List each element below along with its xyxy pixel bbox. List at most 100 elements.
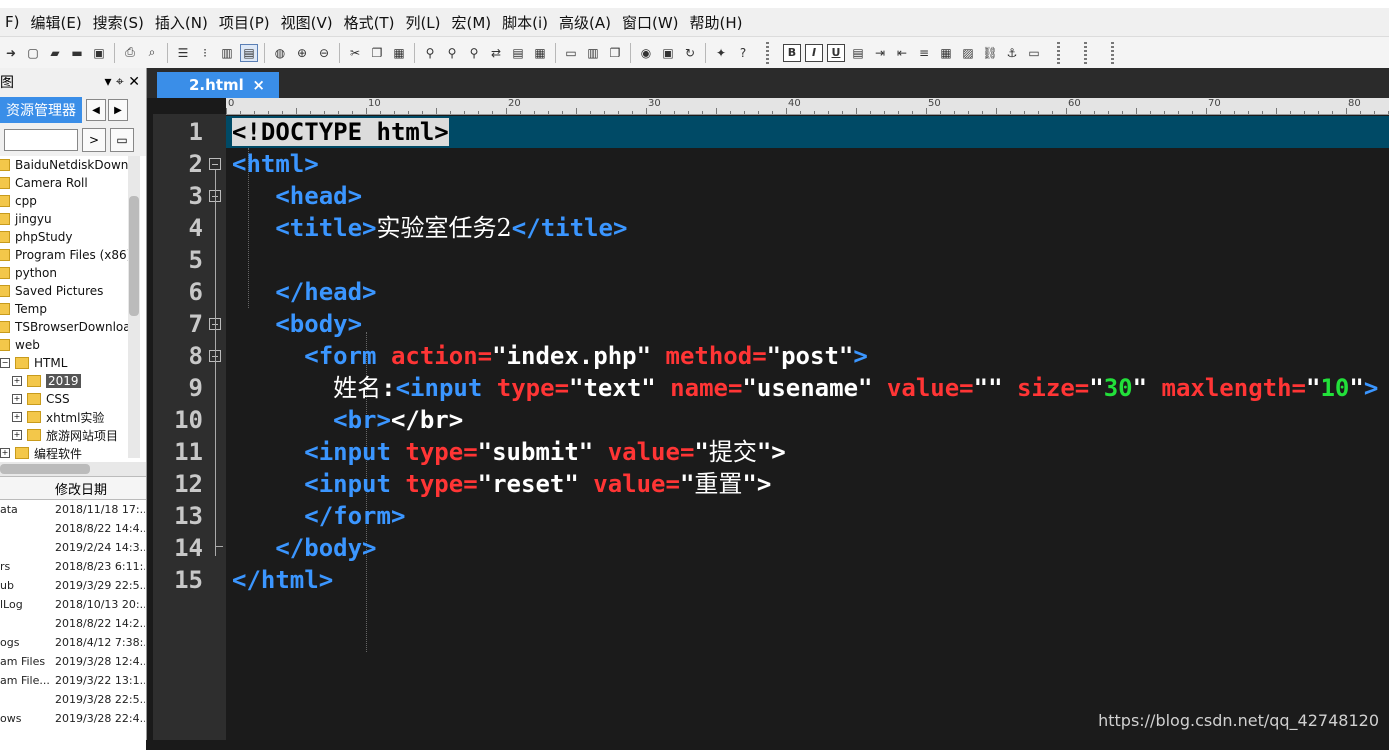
tab-close-icon[interactable]: × — [252, 76, 265, 94]
underline-button[interactable]: U — [827, 43, 845, 62]
open-folder-button[interactable]: ▭ — [110, 128, 134, 152]
menu-item[interactable]: 高级(A) — [554, 12, 617, 33]
tree-item[interactable]: + 旅游网站项目 — [0, 426, 146, 444]
expand-icon[interactable]: + — [12, 412, 22, 422]
bold-button[interactable]: B — [783, 43, 801, 62]
toolbar-grip[interactable] — [1057, 41, 1060, 64]
tree-item[interactable]: + CSS — [0, 390, 146, 408]
code-line[interactable]: <head> — [232, 180, 362, 212]
preview-icon[interactable]: ▣ — [659, 44, 677, 62]
file-row[interactable]: rs 2018/8/23 6:11:... — [0, 557, 146, 576]
toolbar-grip[interactable] — [1111, 41, 1114, 64]
tree-scrollbar[interactable] — [128, 156, 140, 458]
code-line[interactable]: </html> — [232, 564, 333, 596]
fold-toggle-icon[interactable] — [209, 158, 221, 170]
file-row[interactable]: am File... 2019/3/22 13:1... — [0, 671, 146, 690]
remove-icon[interactable]: ⊖ — [315, 44, 333, 62]
goto-icon[interactable]: ▤ — [509, 44, 527, 62]
expand-icon[interactable]: + — [12, 394, 22, 404]
tree-item[interactable]: jingyu — [0, 210, 146, 228]
window-icon[interactable]: ▭ — [562, 44, 580, 62]
tab-2-html[interactable]: 2.html × — [157, 72, 279, 98]
find-in-files-icon[interactable]: ⚲ — [465, 44, 483, 62]
save-icon[interactable]: ▣ — [90, 44, 108, 62]
code-line[interactable]: <body> — [232, 308, 362, 340]
file-row[interactable]: 2018/8/22 14:4... — [0, 519, 146, 538]
replace-icon[interactable]: ⇄ — [487, 44, 505, 62]
code-line[interactable]: <br></br> — [232, 404, 463, 436]
refresh-icon[interactable]: ↻ — [681, 44, 699, 62]
menu-item[interactable]: 视图(V) — [276, 12, 339, 33]
link-icon[interactable]: ⛓ — [981, 44, 999, 62]
file-row[interactable]: am Files 2019/3/28 12:4... — [0, 652, 146, 671]
tile-icon[interactable]: ▥ — [584, 44, 602, 62]
tree-item[interactable]: TSBrowserDownload — [0, 318, 146, 336]
menu-item[interactable]: F) — [0, 13, 25, 31]
toolbar-grip[interactable] — [766, 41, 769, 64]
code-line[interactable]: <input type="reset" value="重置"> — [232, 468, 771, 500]
tip-icon[interactable]: ✦ — [712, 44, 730, 62]
tree-item[interactable]: Temp — [0, 300, 146, 318]
menu-item[interactable]: 编辑(E) — [25, 12, 87, 33]
column-date-header[interactable]: 修改日期 — [52, 479, 145, 498]
anchor-icon[interactable]: ⚓ — [1003, 44, 1021, 62]
file-row[interactable]: ub 2019/3/29 22:5... — [0, 576, 146, 595]
binary-icon[interactable]: ⁝ — [196, 44, 214, 62]
file-row[interactable]: lLog 2018/10/13 20:... — [0, 595, 146, 614]
file-row[interactable]: ogs 2018/4/12 7:38:... — [0, 633, 146, 652]
expand-icon[interactable]: + — [12, 430, 22, 440]
image-icon[interactable]: ▨ — [959, 44, 977, 62]
file-row[interactable]: ata 2018/11/18 17:... — [0, 500, 146, 519]
justify-icon[interactable]: ≡ — [915, 44, 933, 62]
tree-item[interactable]: BaiduNetdiskDownlc — [0, 156, 146, 174]
menu-item[interactable]: 脚本(i) — [497, 12, 554, 33]
add-icon[interactable]: ⊕ — [293, 44, 311, 62]
tree-item[interactable]: − HTML — [0, 354, 146, 372]
tab-explorer[interactable]: 资源管理器 — [0, 97, 82, 123]
menu-item[interactable]: 搜索(S) — [88, 12, 150, 33]
panel-window-controls[interactable]: ▾ ⌖ ✕ — [104, 74, 140, 90]
menu-item[interactable]: 窗口(W) — [617, 12, 685, 33]
code-line[interactable]: </head> — [232, 276, 376, 308]
tree-item[interactable]: + xhtml实验 — [0, 408, 146, 426]
tree-item[interactable]: +2019 — [0, 372, 146, 390]
menu-item[interactable]: 插入(N) — [150, 12, 214, 33]
tree-item[interactable]: web — [0, 336, 146, 354]
tab-scroll-right-button[interactable]: ▶ — [108, 99, 128, 121]
print-icon[interactable]: ⎙ — [121, 44, 139, 62]
go-button[interactable]: > — [82, 128, 106, 152]
code-editor[interactable]: <!DOCTYPE html> <html> <head> <title>实验室任… — [226, 116, 1389, 740]
file-row[interactable]: 2018/8/22 14:2... — [0, 614, 146, 633]
arrow-right-icon[interactable]: ➜ — [2, 44, 20, 62]
copy-icon[interactable]: ❐ — [368, 44, 386, 62]
align-icon[interactable]: ▤ — [849, 44, 867, 62]
italic-button[interactable]: I — [805, 43, 823, 62]
file-row[interactable]: 2019/2/24 14:3... — [0, 538, 146, 557]
open-folder-icon[interactable]: ▰ — [46, 44, 64, 62]
path-input[interactable] — [4, 129, 78, 151]
code-line[interactable]: </form> — [232, 500, 405, 532]
code-line[interactable]: 姓名:<input type="text" name="usename" val… — [232, 372, 1378, 404]
find-icon[interactable]: ⚲ — [421, 44, 439, 62]
file-row[interactable]: ows 2019/3/28 22:4... — [0, 709, 146, 728]
horizontal-scroll-thumb[interactable] — [0, 464, 90, 474]
menu-item[interactable]: 项目(P) — [214, 12, 276, 33]
tree-item[interactable]: phpStudy — [0, 228, 146, 246]
tree-item[interactable]: python — [0, 264, 146, 282]
code-line[interactable]: <form action="index.php" method="post"> — [232, 340, 868, 372]
cascade-icon[interactable]: ❐ — [606, 44, 624, 62]
tree-item[interactable]: Camera Roll — [0, 174, 146, 192]
file-row[interactable]: 2019/3/28 22:5... — [0, 690, 146, 709]
folder-icon[interactable]: ▬ — [68, 44, 86, 62]
table-icon[interactable]: ▦ — [937, 44, 955, 62]
tab-scroll-left-button[interactable]: ◀ — [86, 99, 106, 121]
form-icon[interactable]: ▭ — [1025, 44, 1043, 62]
tree-scroll-thumb[interactable] — [129, 196, 139, 316]
collapse-icon[interactable]: − — [0, 358, 10, 368]
code-line[interactable]: </body> — [232, 532, 376, 564]
bookmark-icon[interactable]: ▦ — [531, 44, 549, 62]
tree-item[interactable]: Saved Pictures — [0, 282, 146, 300]
expand-icon[interactable]: + — [0, 448, 10, 458]
browser-icon[interactable]: ◉ — [637, 44, 655, 62]
new-file-icon[interactable]: ▢ — [24, 44, 42, 62]
